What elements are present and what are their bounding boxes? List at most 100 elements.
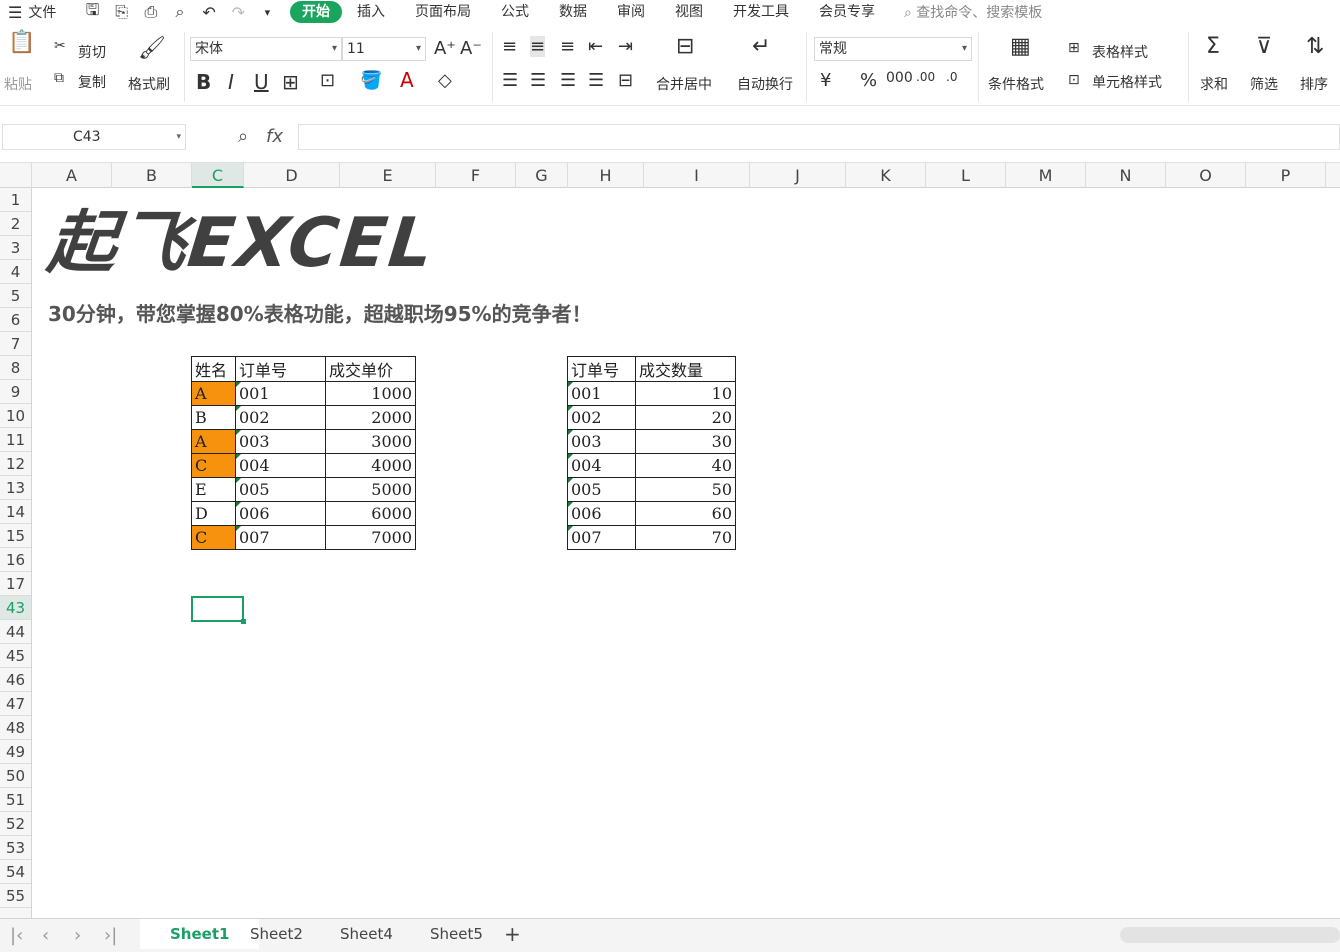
data-cell[interactable]: 20 [635, 405, 736, 430]
tab-2[interactable]: 页面布局 [400, 1, 486, 23]
font-size-select[interactable]: 11 ▾ [342, 37, 426, 61]
data-cell[interactable]: C [191, 525, 236, 550]
filter-button[interactable]: 筛选 [1250, 74, 1278, 94]
justify-icon[interactable]: ☰ [588, 70, 604, 91]
data-cell[interactable]: 007 [567, 525, 636, 550]
thousands-icon[interactable]: 000 [886, 70, 913, 86]
paste-icon[interactable]: 📋 [8, 30, 35, 55]
align-top-icon[interactable]: ≡ [502, 36, 517, 57]
data-cell[interactable]: 10 [635, 381, 736, 406]
increase-indent-icon[interactable]: ⇥ [618, 36, 633, 57]
data-cell[interactable]: 50 [635, 477, 736, 502]
column-header-n[interactable]: N [1086, 163, 1166, 188]
row-header-47[interactable]: 47 [0, 692, 31, 716]
cell-border-style-icon[interactable]: ⊡ [320, 70, 335, 91]
data-cell[interactable]: 001 [567, 381, 636, 406]
paste-button[interactable]: 粘贴 [4, 74, 32, 94]
fx-icon[interactable]: fx [266, 126, 283, 147]
row-header-48[interactable]: 48 [0, 716, 31, 740]
wrap-text-button[interactable]: 自动换行 [737, 74, 793, 94]
data-cell[interactable]: 004 [567, 453, 636, 478]
underline-icon[interactable]: U [254, 70, 269, 94]
data-cell[interactable]: 001 [235, 381, 326, 406]
add-sheet-icon[interactable]: + [504, 922, 521, 946]
format-painter-button[interactable]: 格式刷 [128, 74, 170, 94]
row-header-11[interactable]: 11 [0, 428, 31, 452]
sheet-tab-sheet4[interactable]: Sheet4 [340, 925, 393, 943]
row-header-2[interactable]: 2 [0, 212, 31, 236]
data-cell[interactable]: A [191, 381, 236, 406]
decrease-indent-icon[interactable]: ⇤ [588, 36, 603, 57]
font-color-icon[interactable]: A [400, 68, 414, 92]
row-header-49[interactable]: 49 [0, 740, 31, 764]
tab-5[interactable]: 审阅 [602, 1, 660, 23]
data-cell[interactable]: 002 [567, 405, 636, 430]
name-box[interactable]: C43 ▾ [2, 124, 186, 150]
row-header-50[interactable]: 50 [0, 764, 31, 788]
export-pdf-icon[interactable]: ⎘ [109, 2, 134, 22]
column-header-p[interactable]: P [1246, 163, 1326, 188]
row-header-13[interactable]: 13 [0, 476, 31, 500]
row-header-51[interactable]: 51 [0, 788, 31, 812]
first-sheet-icon[interactable]: |‹ [10, 925, 23, 946]
column-header-c[interactable]: C [192, 163, 244, 188]
next-sheet-icon[interactable]: › [74, 925, 81, 946]
tab-6[interactable]: 视图 [660, 1, 718, 23]
row-header-12[interactable]: 12 [0, 452, 31, 476]
row-header-16[interactable]: 16 [0, 548, 31, 572]
active-cell[interactable] [191, 596, 246, 624]
header-cell[interactable]: 订单号 [235, 356, 326, 382]
header-cell[interactable]: 订单号 [567, 356, 636, 382]
column-header-h[interactable]: H [568, 163, 644, 188]
sheet-tab-sheet2[interactable]: Sheet2 [250, 925, 303, 943]
horizontal-scrollbar[interactable] [1120, 927, 1340, 943]
decrease-decimal-icon[interactable]: .0 [946, 70, 957, 84]
prev-sheet-icon[interactable]: ‹ [42, 925, 49, 946]
data-cell[interactable]: 5000 [325, 477, 416, 502]
tab-1[interactable]: 插入 [342, 1, 400, 23]
tab-8[interactable]: 会员专享 [804, 1, 890, 23]
row-header-14[interactable]: 14 [0, 500, 31, 524]
data-cell[interactable]: 70 [635, 525, 736, 550]
data-cell[interactable]: 005 [567, 477, 636, 502]
distributed-icon[interactable]: ⊟ [618, 70, 633, 91]
customize-dropdown-icon[interactable]: ▾ [255, 6, 280, 19]
data-cell[interactable]: 3000 [325, 429, 416, 454]
row-header-3[interactable]: 3 [0, 236, 31, 260]
print-icon[interactable]: ⎙ [138, 2, 163, 22]
data-cell[interactable]: 2000 [325, 405, 416, 430]
table-style-button[interactable]: 表格样式 [1092, 42, 1148, 62]
sheet-tab-sheet1[interactable]: Sheet1 [140, 919, 260, 949]
merge-center-button[interactable]: 合并居中 [656, 74, 712, 94]
fill-color-icon[interactable]: 🪣 [360, 70, 382, 91]
cell-style-button[interactable]: 单元格样式 [1092, 72, 1162, 92]
column-header-d[interactable]: D [244, 163, 340, 188]
data-cell[interactable]: 005 [235, 477, 326, 502]
cut-button[interactable]: 剪切 [78, 42, 106, 62]
tab-4[interactable]: 数据 [544, 1, 602, 23]
column-header-a[interactable]: A [32, 163, 112, 188]
print-preview-icon[interactable]: ⌕ [167, 2, 192, 22]
align-center-icon[interactable]: ☰ [530, 70, 546, 91]
data-cell[interactable]: 60 [635, 501, 736, 526]
tab-7[interactable]: 开发工具 [718, 1, 804, 23]
data-cell[interactable]: E [191, 477, 236, 502]
column-header-m[interactable]: M [1006, 163, 1086, 188]
header-cell[interactable]: 成交单价 [325, 356, 416, 382]
data-cell[interactable]: 006 [235, 501, 326, 526]
row-header-6[interactable]: 6 [0, 308, 31, 332]
bold-icon[interactable]: B [196, 70, 211, 94]
decrease-font-icon[interactable]: A⁻ [460, 38, 482, 59]
row-header-15[interactable]: 15 [0, 524, 31, 548]
data-cell[interactable]: 4000 [325, 453, 416, 478]
align-middle-icon[interactable]: ≡ [530, 36, 546, 57]
tab-0[interactable]: 开始 [290, 1, 342, 23]
data-cell[interactable]: 6000 [325, 501, 416, 526]
data-cell[interactable]: A [191, 429, 236, 454]
font-name-select[interactable]: 宋体 ▾ [190, 37, 342, 61]
select-all-corner[interactable] [0, 163, 32, 188]
zoom-icon[interactable]: ⌕ [238, 126, 248, 147]
border-icon[interactable]: ⊞ [282, 70, 299, 94]
align-left-icon[interactable]: ☰ [502, 70, 518, 91]
tab-3[interactable]: 公式 [486, 1, 544, 23]
